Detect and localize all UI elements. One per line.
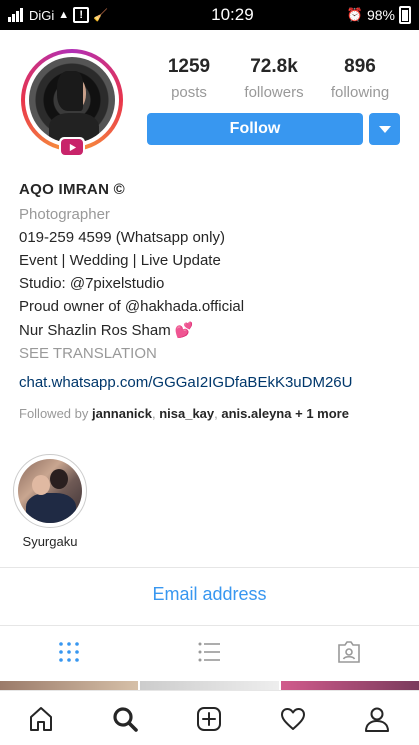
alarm-icon: ⏰ (346, 7, 363, 22)
profile-icon (365, 707, 389, 732)
bio-line: Nur Shazlin Ros Sham 💕 (19, 321, 194, 339)
profile-avatar[interactable] (21, 49, 123, 151)
tagged-icon (338, 641, 360, 663)
follow-button[interactable]: Follow (147, 113, 363, 145)
tab-grid[interactable] (55, 638, 83, 666)
warning-icon: ! (73, 7, 90, 23)
search-icon (113, 707, 138, 732)
bio-line: Studio: @7pixelstudio (19, 275, 165, 293)
bio-line: Event | Wedding | Live Update (19, 252, 221, 270)
divider (0, 567, 419, 568)
status-bar: DiGi ▲ ! 🧹 10:29 ⏰ 98% (0, 0, 419, 30)
see-translation-link[interactable]: SEE TRANSLATION (19, 342, 409, 365)
profile-website-link[interactable]: chat.whatsapp.com/GGGaI2IGDfaBEkK3uDM26U (19, 371, 409, 394)
home-icon (30, 707, 52, 731)
followers-stat[interactable]: 72.8k followers (236, 56, 312, 101)
battery-icon (399, 6, 411, 24)
nav-search[interactable] (109, 703, 141, 735)
followed-by[interactable]: Followed by jannanick, nisa_kay, anis.al… (19, 402, 409, 425)
nav-profile[interactable] (361, 703, 393, 735)
suggested-accounts-button[interactable] (369, 113, 400, 145)
following-label: following (330, 84, 390, 101)
followed-by-prefix: Followed by (19, 405, 89, 421)
signal-icon (8, 8, 23, 22)
heart-icon (281, 708, 305, 730)
bio-line: Proud owner of @hakhada.official (19, 298, 245, 316)
followers-count: 72.8k (250, 56, 298, 77)
avatar-photo (29, 57, 115, 143)
follower-name[interactable]: jannanick (92, 406, 152, 421)
posts-label: posts (171, 84, 207, 101)
profile-name: AQO IMRAN © (19, 181, 126, 198)
cleaner-icon: 🧹 (93, 8, 109, 22)
grid-icon (59, 642, 79, 662)
profile-category: Photographer (19, 206, 110, 224)
nav-new-post[interactable] (193, 703, 225, 735)
following-count: 896 (344, 56, 376, 77)
following-stat[interactable]: 896 following (320, 56, 400, 101)
follower-name[interactable]: anis.aleyna (221, 406, 291, 421)
igtv-badge-icon[interactable] (59, 137, 85, 157)
battery-percent: 98% (366, 7, 395, 23)
list-icon (198, 642, 220, 662)
nav-activity[interactable] (277, 703, 309, 735)
bio-line: 019-259 4599 (Whatsapp only) (19, 229, 225, 247)
tab-tagged[interactable] (335, 638, 363, 666)
highlight-label: Syurgaku (22, 534, 78, 549)
highlight-cover (18, 459, 82, 523)
story-highlight[interactable] (13, 454, 87, 528)
follower-name[interactable]: nisa_kay (159, 406, 214, 421)
posts-count: 1259 (167, 56, 211, 77)
followers-label: followers (244, 84, 304, 101)
followed-by-suffix[interactable]: + 1 more (295, 406, 349, 421)
email-address-button[interactable]: Email address (0, 584, 419, 605)
profile-bio: AQO IMRAN © Photographer 019-259 4599 (W… (19, 178, 409, 425)
carrier-name: DiGi (29, 7, 55, 23)
tab-list[interactable] (195, 638, 223, 666)
posts-stat[interactable]: 1259 posts (154, 56, 224, 101)
wifi-icon: ▲ (58, 9, 70, 21)
add-post-icon (197, 707, 221, 731)
bottom-navigation (0, 690, 419, 745)
chevron-down-icon (378, 125, 391, 133)
clock: 10:29 (211, 5, 254, 24)
divider (0, 625, 419, 626)
nav-home[interactable] (25, 703, 57, 735)
